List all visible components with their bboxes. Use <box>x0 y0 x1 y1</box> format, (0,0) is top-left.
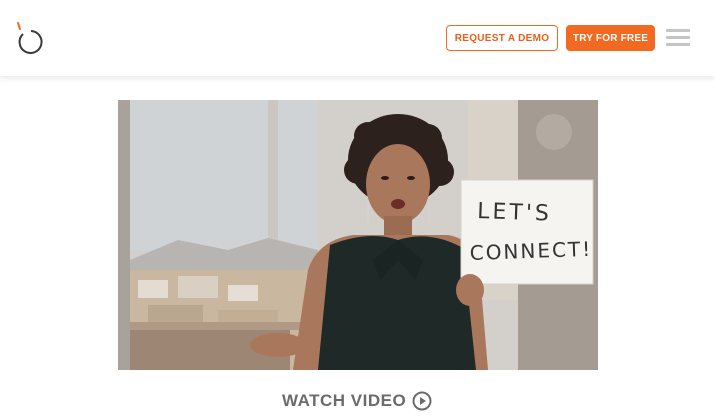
hamburger-menu-icon[interactable] <box>666 28 690 48</box>
sign-line-1: LET'S <box>477 199 552 227</box>
refresh-circle-logo-icon[interactable] <box>14 20 46 56</box>
site-header: REQUEST A DEMO TRY FOR FREE <box>0 0 715 76</box>
video-thumbnail: LET'S CONNECT! <box>118 100 598 370</box>
video-player[interactable]: LET'S CONNECT! <box>118 100 598 370</box>
watch-video-link[interactable]: WATCH VIDEO <box>282 389 432 413</box>
try-for-free-button[interactable]: TRY FOR FREE <box>566 25 655 51</box>
request-demo-button[interactable]: REQUEST A DEMO <box>446 25 558 51</box>
play-circle-icon <box>412 391 432 411</box>
menu-bar <box>666 36 690 39</box>
menu-bar <box>666 29 690 32</box>
watch-video-label: WATCH VIDEO <box>282 391 407 410</box>
page: REQUEST A DEMO TRY FOR FREE LET'S CONNEC… <box>0 0 715 420</box>
menu-bar <box>666 43 690 46</box>
sign-line-2: CONNECT! <box>469 237 592 265</box>
